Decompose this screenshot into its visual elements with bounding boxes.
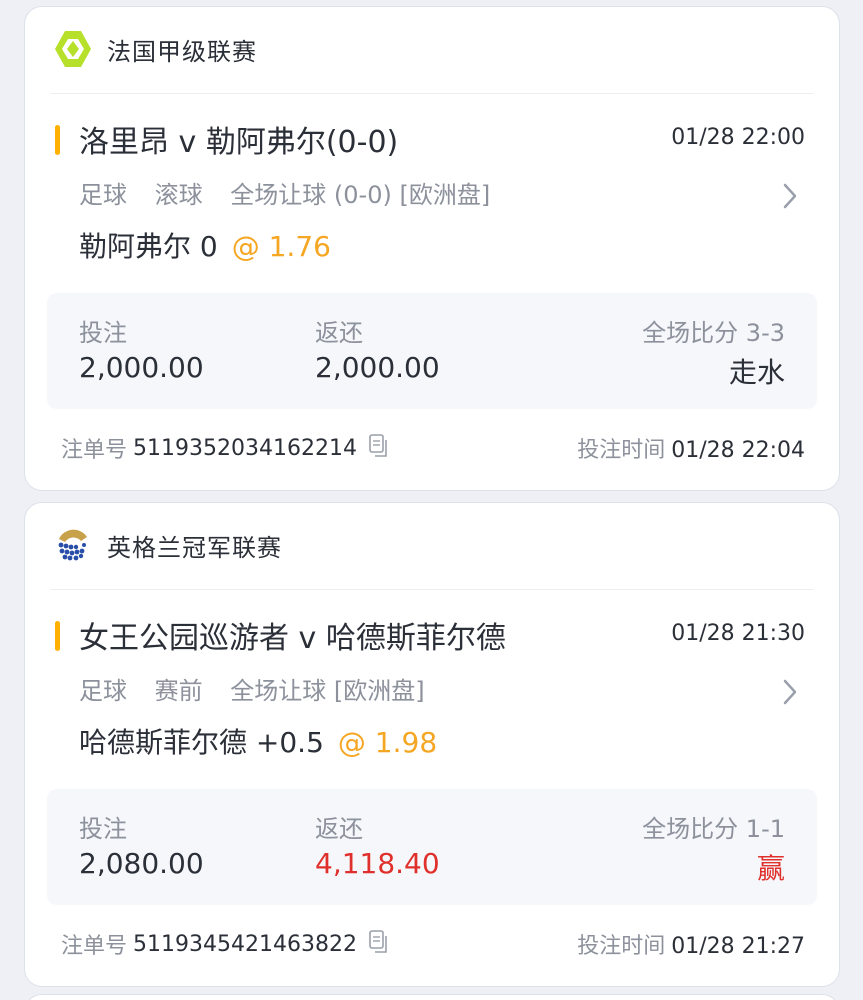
bet-card[interactable]: 英格兰冠军联赛 女王公园巡游者 v 哈德斯菲尔德 01/28 21:30 足球 … — [24, 502, 840, 987]
selection-name: 勒阿弗尔 0 — [79, 230, 218, 263]
league-name: 英格兰冠军联赛 — [107, 533, 282, 562]
chevron-right-icon[interactable] — [779, 677, 801, 707]
league-header: 法国甲级联赛 — [53, 29, 257, 69]
bet-card[interactable] — [24, 994, 840, 1000]
stake-label: 投注 — [79, 319, 127, 347]
result-value: 走水 — [728, 356, 785, 389]
odds: @ 1.76 — [231, 230, 331, 263]
copy-icon[interactable] — [367, 433, 389, 459]
efl-championship-logo-icon — [55, 527, 91, 563]
order-number: 注单号 5119352034162214 — [61, 432, 389, 464]
order-label: 注单号 — [61, 934, 128, 959]
order-number: 注单号 5119345421463822 — [61, 928, 389, 960]
bet-card[interactable]: 法国甲级联赛 洛里昂 v 勒阿弗尔(0-0) 01/28 22:00 足球 滚球… — [24, 6, 840, 491]
return-label: 返还 — [315, 815, 363, 843]
order-label: 注单号 — [61, 438, 128, 463]
stake-label: 投注 — [79, 815, 127, 843]
order-value: 5119345421463822 — [133, 931, 357, 957]
ligue1-logo-icon — [55, 31, 91, 67]
market-info: 足球 滚球 全场让球 (0-0) [欧洲盘] — [79, 175, 510, 210]
chevron-right-icon[interactable] — [779, 181, 801, 211]
return-value: 2,000.00 — [315, 351, 440, 384]
bet-time-label: 投注时间 — [577, 438, 666, 463]
odds: @ 1.98 — [337, 726, 438, 759]
result-value: 赢 — [756, 852, 785, 885]
divider — [51, 589, 813, 590]
league-header: 英格兰冠军联赛 — [53, 525, 282, 565]
stake-value: 2,080.00 — [79, 847, 204, 880]
stake-value: 2,000.00 — [79, 351, 204, 384]
copy-icon[interactable] — [367, 929, 389, 955]
bet-time-value: 01/28 22:04 — [671, 438, 805, 463]
stage-label: 滚球 — [154, 181, 203, 209]
match-time: 01/28 22:00 — [671, 125, 805, 150]
match-title: 女王公园巡游者 v 哈德斯菲尔德 — [79, 621, 506, 656]
return-value: 4,118.40 — [315, 847, 440, 880]
bet-time: 投注时间 01/28 22:04 — [577, 432, 805, 464]
selection-name: 哈德斯菲尔德 +0.5 — [79, 726, 324, 759]
market-type: 全场让球 (0-0) [欧洲盘] — [230, 181, 491, 209]
match-indicator — [55, 125, 60, 155]
score-label: 全场比分 3-3 — [642, 319, 785, 347]
bet-time: 投注时间 01/28 21:27 — [577, 928, 805, 960]
selection: 哈德斯菲尔德 +0.5 @ 1.98 — [79, 721, 437, 761]
stage-label: 赛前 — [154, 677, 203, 705]
market-info: 足球 赛前 全场让球 [欧洲盘] — [79, 671, 445, 706]
match-indicator — [55, 621, 60, 651]
bet-time-value: 01/28 21:27 — [671, 934, 805, 959]
return-label: 返还 — [315, 319, 363, 347]
bet-stats: 投注 2,000.00 返还 2,000.00 全场比分 3-3 走水 — [47, 293, 817, 409]
sport-label: 足球 — [79, 677, 127, 705]
bet-stats: 投注 2,080.00 返还 4,118.40 全场比分 1-1 赢 — [47, 789, 817, 905]
divider — [51, 93, 813, 94]
order-value: 5119352034162214 — [133, 435, 357, 461]
market-type: 全场让球 [欧洲盘] — [230, 677, 425, 705]
league-name: 法国甲级联赛 — [107, 37, 257, 66]
bet-time-label: 投注时间 — [577, 934, 666, 959]
match-time: 01/28 21:30 — [671, 621, 805, 646]
selection: 勒阿弗尔 0 @ 1.76 — [79, 225, 331, 265]
match-title: 洛里昂 v 勒阿弗尔(0-0) — [79, 125, 399, 160]
score-label: 全场比分 1-1 — [642, 815, 785, 843]
sport-label: 足球 — [79, 181, 127, 209]
